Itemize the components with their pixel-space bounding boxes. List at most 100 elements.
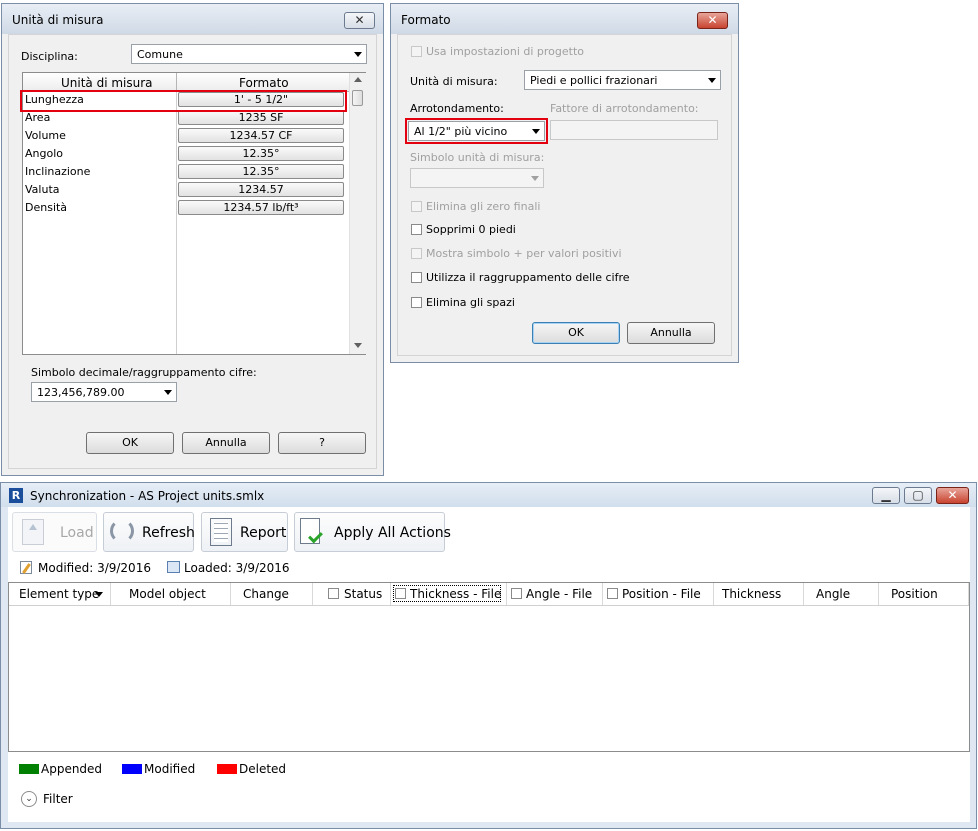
unit-row-format-button[interactable]: 1234.57 CF bbox=[178, 128, 344, 143]
col-position[interactable]: Position bbox=[879, 583, 969, 605]
filter-label: Filter bbox=[43, 792, 73, 806]
scroll-up-icon[interactable] bbox=[354, 77, 362, 82]
maximize-icon[interactable]: ▢ bbox=[904, 487, 932, 504]
trailing-zeros-label: Elimina gli zero finali bbox=[426, 200, 541, 213]
col-thickness-label: Thickness bbox=[722, 587, 782, 601]
legend-swatch bbox=[122, 764, 142, 774]
chevron-down-icon: ⌄ bbox=[21, 791, 37, 807]
loaded-text: Loaded: 3/9/2016 bbox=[184, 561, 290, 575]
use-project-label: Usa impostazioni di progetto bbox=[426, 45, 585, 58]
apply-all-label: Apply All Actions bbox=[334, 525, 451, 541]
sync-table: Element type Model object Change Status … bbox=[8, 582, 970, 752]
position-file-checkbox[interactable] bbox=[607, 588, 618, 599]
decimal-symbol-label: Simbolo decimale/raggruppamento cifre: bbox=[31, 366, 257, 379]
close-icon[interactable]: ✕ bbox=[936, 487, 969, 504]
refresh-button[interactable]: Refresh bbox=[103, 512, 195, 552]
unit-row[interactable]: Inclinazione 12.35° bbox=[23, 163, 349, 181]
plus-symbol-label: Mostra simbolo + per valori positivi bbox=[426, 247, 622, 260]
col-status[interactable]: Status bbox=[313, 583, 391, 605]
status-checkbox[interactable] bbox=[328, 588, 339, 599]
digit-grouping-checkbox[interactable] bbox=[411, 272, 422, 283]
close-icon[interactable]: ✕ bbox=[344, 12, 375, 29]
load-button[interactable]: Load bbox=[12, 512, 97, 552]
apply-all-actions-button[interactable]: Apply All Actions bbox=[294, 512, 451, 552]
apply-all-icon bbox=[300, 518, 323, 544]
plus-symbol-checkbox[interactable] bbox=[411, 248, 422, 259]
scroll-down-icon[interactable] bbox=[354, 343, 362, 348]
format-dialog-titlebar: Formato ✕ bbox=[391, 4, 738, 34]
focus-rect bbox=[393, 585, 501, 602]
digit-grouping-label: Utilizza il raggruppamento delle cifre bbox=[426, 271, 630, 284]
scroll-thumb[interactable] bbox=[352, 90, 363, 106]
discipline-label: Disciplina: bbox=[21, 50, 78, 63]
report-label: Report bbox=[240, 525, 287, 541]
col-position-file[interactable]: Position - File bbox=[603, 583, 714, 605]
col-thickness-file[interactable]: Thickness - File bbox=[391, 583, 507, 605]
unit-row[interactable]: Angolo 12.35° bbox=[23, 145, 349, 163]
units-dialog-title: Unità di misura bbox=[12, 13, 104, 27]
ok-button[interactable]: OK bbox=[532, 322, 620, 344]
modified-icon bbox=[20, 561, 32, 574]
refresh-label: Refresh bbox=[142, 525, 195, 541]
cancel-button[interactable]: Annulla bbox=[627, 322, 715, 344]
units-label: Unità di misura: bbox=[410, 75, 498, 88]
col-model-object[interactable]: Model object bbox=[111, 583, 231, 605]
trailing-zeros-checkbox[interactable] bbox=[411, 201, 422, 212]
chevron-down-icon bbox=[531, 176, 539, 181]
col-angle[interactable]: Angle bbox=[804, 583, 879, 605]
unit-row[interactable]: Volume 1234.57 CF bbox=[23, 127, 349, 145]
rounding-label: Arrotondamento: bbox=[410, 102, 504, 115]
legend-label: Appended bbox=[41, 762, 103, 776]
suppress-zero-feet-label: Sopprimi 0 piedi bbox=[426, 223, 516, 236]
sync-table-header: Element type Model object Change Status … bbox=[9, 583, 969, 606]
grid-scrollbar[interactable] bbox=[349, 73, 366, 354]
chevron-down-icon bbox=[708, 78, 716, 83]
unit-row-format-button[interactable]: 1234.57 bbox=[178, 182, 344, 197]
col-change-label: Change bbox=[243, 587, 289, 601]
unit-row-format-button[interactable]: 12.35° bbox=[178, 146, 344, 161]
unit-row-format-button[interactable]: 12.35° bbox=[178, 164, 344, 179]
decimal-symbol-select[interactable]: 123,456,789.00 bbox=[31, 382, 177, 402]
unit-row-name: Angolo bbox=[25, 147, 63, 160]
symbol-select[interactable] bbox=[410, 168, 544, 188]
unit-row-name: Densità bbox=[25, 201, 68, 214]
col-thickness[interactable]: Thickness bbox=[714, 583, 804, 605]
unit-row[interactable]: Valuta 1234.57 bbox=[23, 181, 349, 199]
col-format-header[interactable]: Formato bbox=[239, 76, 289, 90]
filter-toggle[interactable]: ⌄ Filter bbox=[19, 790, 89, 810]
suppress-zero-feet-checkbox[interactable] bbox=[411, 224, 422, 235]
rounding-factor-label: Fattore di arrotondamento: bbox=[550, 102, 699, 115]
minimize-icon[interactable]: ▁ bbox=[872, 487, 900, 504]
unit-row-format-button[interactable]: 1234.57 lb/ft³ bbox=[178, 200, 344, 215]
ok-button[interactable]: OK bbox=[86, 432, 174, 454]
unit-row[interactable]: Densità 1234.57 lb/ft³ bbox=[23, 199, 349, 217]
units-select[interactable]: Piedi e pollici frazionari bbox=[524, 70, 721, 90]
col-element-type[interactable]: Element type bbox=[9, 583, 111, 605]
report-icon bbox=[210, 518, 232, 546]
revit-app-icon: R bbox=[9, 488, 23, 503]
format-dialog: Formato ✕ Usa impostazioni di progetto U… bbox=[390, 3, 739, 363]
col-unit-header[interactable]: Unità di misura bbox=[61, 76, 153, 90]
highlight-rounding bbox=[405, 118, 548, 144]
unit-row-format-button[interactable]: 1235 SF bbox=[178, 110, 344, 125]
report-button[interactable]: Report bbox=[201, 512, 288, 552]
col-angle-file-label: Angle - File bbox=[526, 587, 593, 601]
close-icon[interactable]: ✕ bbox=[697, 12, 728, 29]
remove-spaces-checkbox[interactable] bbox=[411, 297, 422, 308]
sync-window-title: Synchronization - AS Project units.smlx bbox=[30, 489, 265, 503]
use-project-checkbox[interactable] bbox=[411, 46, 422, 57]
load-icon bbox=[22, 519, 44, 545]
highlight-lunghezza-row bbox=[20, 90, 347, 112]
rounding-factor-input[interactable] bbox=[550, 120, 718, 140]
col-position-label: Position bbox=[891, 587, 938, 601]
chevron-down-icon bbox=[354, 52, 362, 57]
legend-label: Modified bbox=[144, 762, 196, 776]
remove-spaces-label: Elimina gli spazi bbox=[426, 296, 515, 309]
cancel-button[interactable]: Annulla bbox=[182, 432, 270, 454]
discipline-select[interactable]: Comune bbox=[131, 44, 367, 64]
legend-swatch bbox=[217, 764, 237, 774]
angle-file-checkbox[interactable] bbox=[511, 588, 522, 599]
col-change[interactable]: Change bbox=[231, 583, 313, 605]
help-button[interactable]: ? bbox=[278, 432, 366, 454]
col-angle-file[interactable]: Angle - File bbox=[507, 583, 603, 605]
